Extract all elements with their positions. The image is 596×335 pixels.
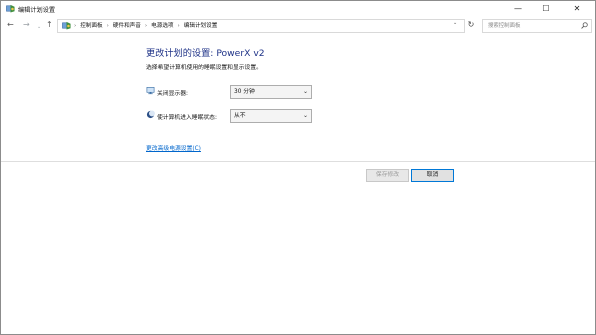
breadcrumb-item-hardware-sound[interactable]: 硬件和声音 [113, 23, 141, 29]
search-input[interactable]: 搜索控制面板 [488, 22, 520, 30]
breadcrumb-item-control-panel[interactable]: 控制面板 [80, 23, 102, 29]
moon-icon [146, 110, 155, 119]
address-bar[interactable]: › 控制面板 › 硬件和声音 › 电源选项 › 编辑计划设置 [57, 19, 465, 33]
recent-locations-chevron-icon[interactable]: ⌄ [37, 21, 41, 33]
page-subtitle: 选择希望计算机使用的睡眠设置和显示设置。 [146, 65, 262, 71]
maximize-button[interactable]: ☐ [532, 1, 560, 17]
display-off-label: 关闭显示器: [157, 91, 188, 97]
window: 编辑计划设置 — ☐ ✕ ← → ⌄ ↑ › 控制面板 › 硬件和声音 › 电源选项 › 编辑… [0, 0, 596, 335]
breadcrumb-item-edit-plan-settings[interactable]: 编辑计划设置 [184, 23, 218, 29]
display-off-select[interactable]: 30 分钟 ⌄ [230, 85, 312, 99]
advanced-power-settings-link[interactable]: 更改高级电源设置(C) [146, 143, 201, 152]
sleep-select[interactable]: 从不 ⌄ [230, 109, 312, 123]
breadcrumb-separator-icon[interactable]: › [178, 23, 180, 29]
breadcrumb-separator-icon[interactable]: › [145, 23, 147, 29]
forward-button[interactable]: → [23, 19, 30, 31]
chevron-down-icon: ⌄ [302, 112, 308, 119]
refresh-button[interactable]: ↻ [464, 18, 478, 32]
cancel-button[interactable]: 取消 [411, 169, 454, 182]
breadcrumb: › 控制面板 › 硬件和声音 › 电源选项 › 编辑计划设置 [74, 22, 217, 30]
back-button[interactable]: ← [7, 19, 14, 31]
breadcrumb-separator-icon[interactable]: › [107, 23, 109, 29]
breadcrumb-item-power-options[interactable]: 电源选项 [151, 23, 173, 29]
address-history-chevron-icon[interactable]: ⌄ [453, 20, 457, 26]
up-button[interactable]: ↑ [46, 19, 53, 31]
window-title: 编辑计划设置 [18, 7, 56, 14]
search-icon[interactable] [581, 22, 588, 29]
power-options-icon [6, 4, 15, 13]
display-off-value: 30 分钟 [234, 89, 255, 95]
save-changes-button[interactable]: 保存修改 [366, 169, 409, 182]
page-title: 更改计划的设置: PowerX v2 [146, 48, 265, 59]
close-button[interactable]: ✕ [563, 1, 591, 17]
chevron-down-icon: ⌄ [302, 88, 308, 95]
title-bar: 编辑计划设置 — ☐ ✕ [1, 1, 595, 17]
search-box[interactable]: 搜索控制面板 [482, 19, 592, 33]
minimize-button[interactable]: — [504, 1, 532, 17]
sleep-label: 使计算机进入睡眠状态: [157, 115, 217, 121]
divider [1, 161, 595, 162]
monitor-icon [146, 87, 155, 95]
control-panel-icon [62, 21, 71, 30]
sleep-value: 从不 [234, 113, 246, 119]
breadcrumb-separator-icon: › [74, 23, 77, 29]
